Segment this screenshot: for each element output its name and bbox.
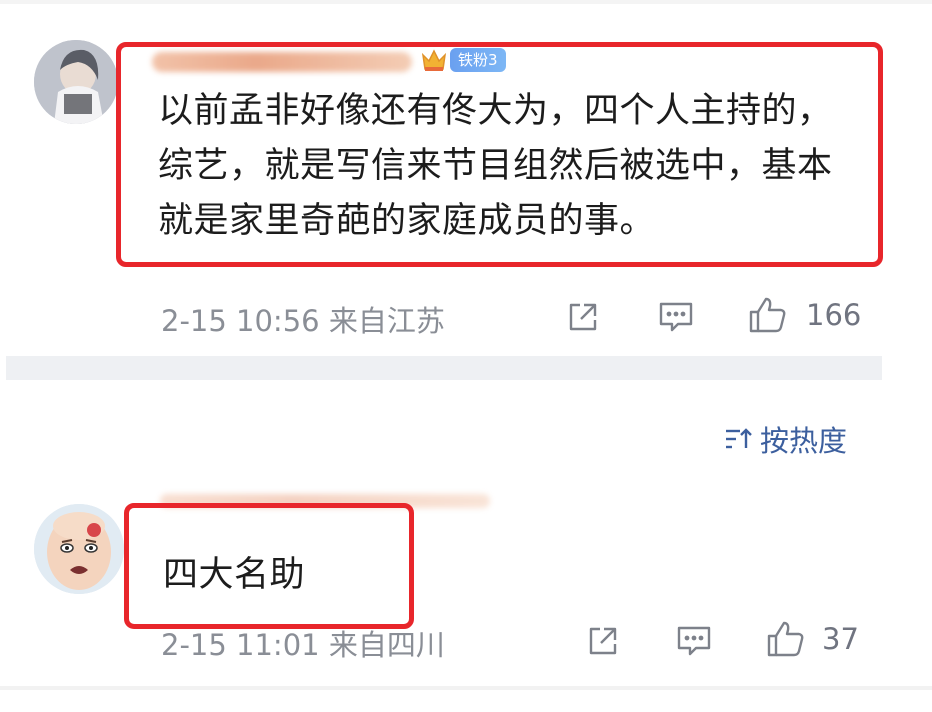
comment-meta: 2-15 10:56 来自江苏 xyxy=(161,304,445,338)
sort-by-hot-button[interactable]: 按热度 xyxy=(724,418,847,460)
comment-meta: 2-15 11:01 来自四川 xyxy=(161,628,445,662)
like-icon[interactable] xyxy=(766,620,806,658)
like-count: 37 xyxy=(822,622,859,656)
comment-icon[interactable] xyxy=(658,300,694,334)
sort-label: 按热度 xyxy=(760,424,848,458)
avatar[interactable] xyxy=(34,40,118,124)
comment-icon[interactable] xyxy=(676,624,712,658)
top-separator xyxy=(0,0,932,4)
section-divider xyxy=(6,356,882,380)
bottom-separator xyxy=(0,686,932,690)
share-icon[interactable] xyxy=(586,624,620,658)
avatar[interactable] xyxy=(34,504,124,594)
highlight-box xyxy=(124,503,414,629)
share-icon[interactable] xyxy=(566,300,600,334)
sort-lines-icon xyxy=(726,428,752,449)
highlight-box xyxy=(116,42,883,267)
like-icon[interactable] xyxy=(748,296,788,334)
like-count: 166 xyxy=(806,298,862,332)
